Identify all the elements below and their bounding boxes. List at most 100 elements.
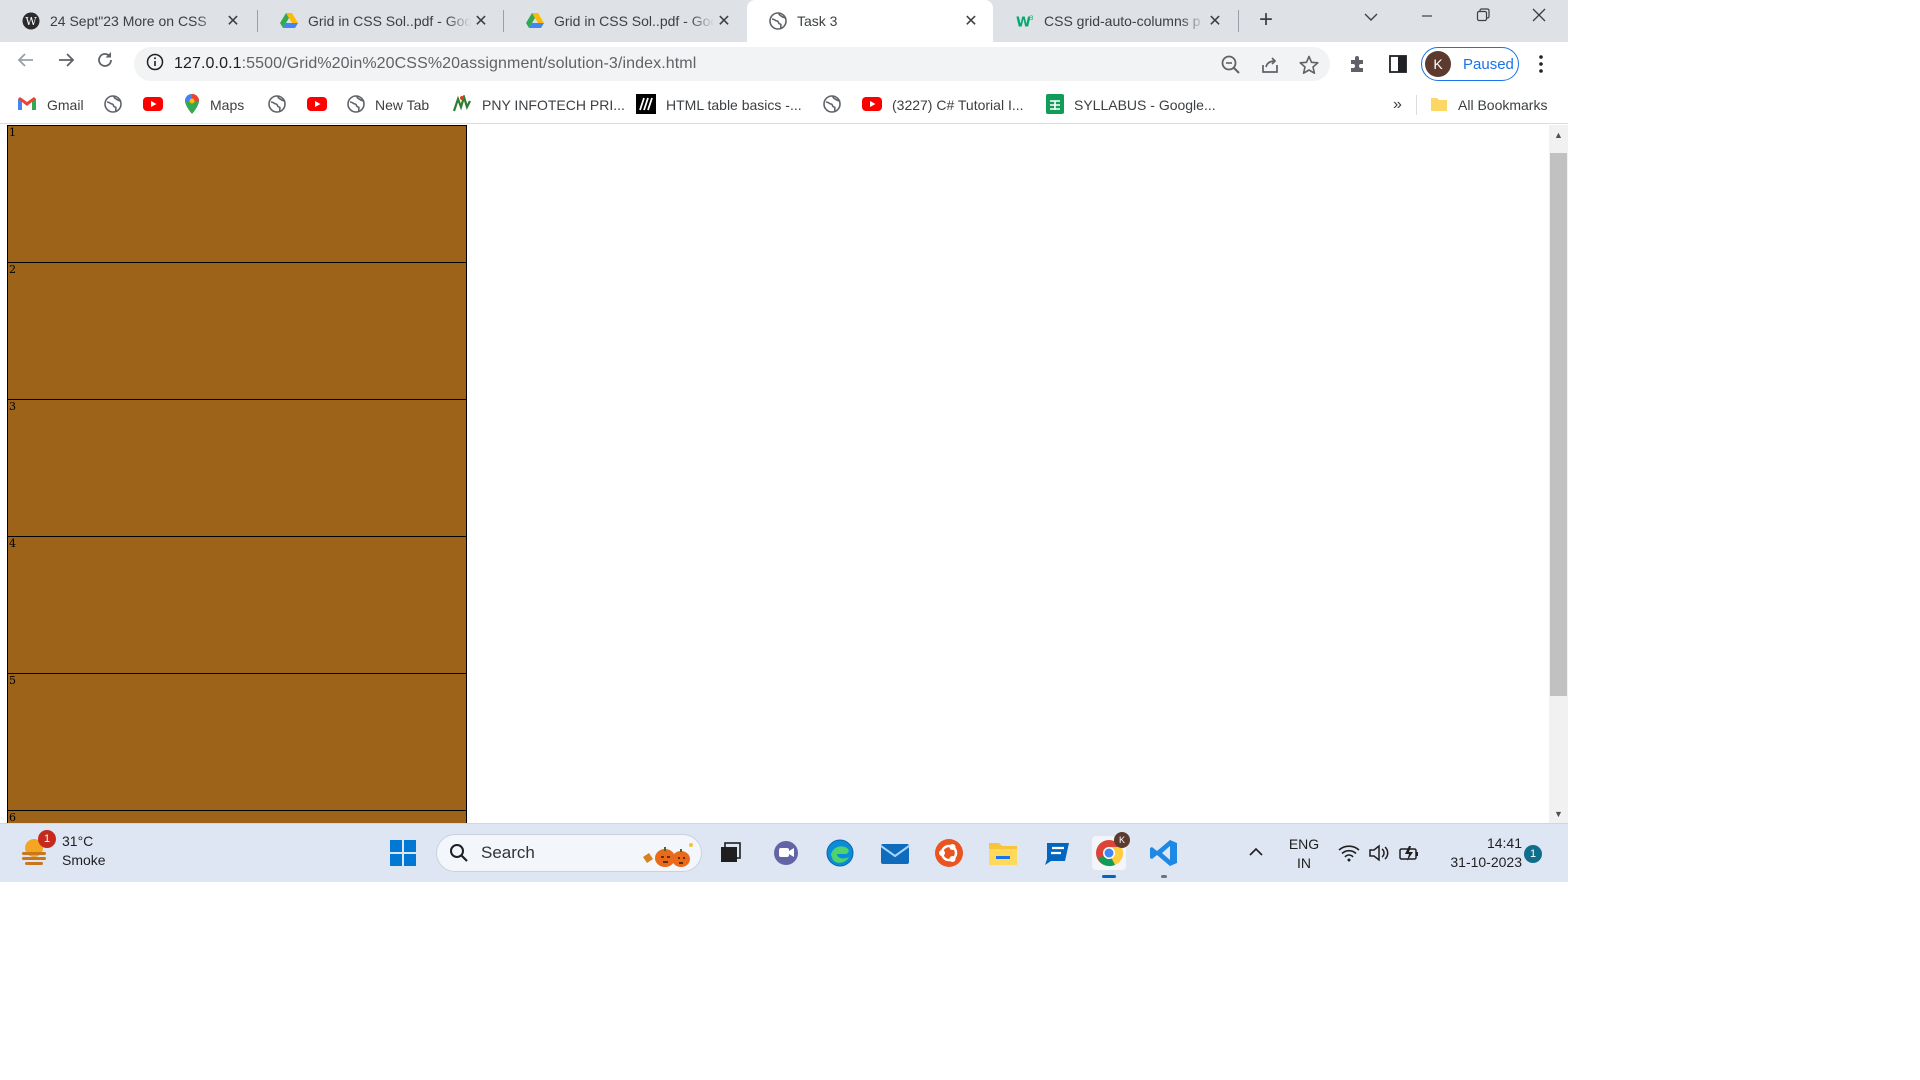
- svg-text:3: 3: [1030, 15, 1034, 22]
- menu-kebab-icon[interactable]: [1530, 53, 1552, 75]
- tab-5[interactable]: W3 CSS grid-auto-columns p ✕: [994, 0, 1237, 42]
- search-icon: [450, 844, 468, 862]
- bookmark-globe-2[interactable]: [268, 94, 286, 116]
- active-indicator: [1102, 875, 1116, 878]
- reload-button[interactable]: [91, 50, 119, 78]
- bookmark-youtube-1[interactable]: [143, 94, 163, 116]
- maps-icon: [184, 93, 200, 117]
- close-window-icon[interactable]: [1519, 0, 1559, 36]
- windows-logo-icon: [390, 840, 416, 866]
- youtube-icon: [307, 96, 327, 114]
- tab-1[interactable]: W 24 Sept"23 More on CSS ✕: [0, 0, 255, 42]
- minimize-icon[interactable]: [1407, 0, 1447, 36]
- bookmarks-overflow[interactable]: »: [1393, 94, 1402, 116]
- share-icon[interactable]: [1259, 54, 1281, 76]
- scrollbar-thumb[interactable]: [1550, 153, 1567, 696]
- notification-badge[interactable]: 1: [1524, 845, 1542, 863]
- mdn-icon: [636, 93, 656, 117]
- tab-3[interactable]: Grid in CSS Sol..pdf - Goo ✕: [504, 0, 746, 42]
- gmail-icon: [17, 96, 37, 114]
- quick-assist-icon: [1045, 843, 1069, 865]
- grid-item: 1: [7, 125, 467, 263]
- tab-title: Task 3: [797, 13, 838, 29]
- tab-title: Grid in CSS Sol..pdf - Goo: [554, 13, 714, 29]
- bookmark-mdn[interactable]: HTML table basics -...: [636, 93, 802, 117]
- tab-search-icon[interactable]: [1351, 0, 1391, 36]
- teams-chat-icon: [774, 841, 798, 865]
- site-info-icon[interactable]: [146, 53, 164, 76]
- tab-2[interactable]: Grid in CSS Sol..pdf - Goo ✕: [258, 0, 503, 42]
- bookmark-pny[interactable]: PNY INFOTECH PRI...: [452, 92, 625, 116]
- taskbar-search[interactable]: Search: [436, 834, 702, 872]
- weather-smoke-icon: 1: [20, 830, 56, 866]
- language-indicator[interactable]: ENG IN: [1284, 835, 1324, 873]
- arrow-left-icon: [17, 53, 33, 67]
- wifi-icon[interactable]: [1338, 844, 1360, 867]
- bookmark-maps[interactable]: Maps: [184, 93, 244, 117]
- google-drive-icon: [526, 12, 544, 30]
- bookmark-globe-1[interactable]: [104, 94, 122, 116]
- w3schools-icon: W3: [1016, 12, 1034, 30]
- scroll-down-arrow-icon[interactable]: ▼: [1549, 806, 1568, 823]
- zoom-icon[interactable]: [1220, 54, 1242, 76]
- extensions-icon[interactable]: [1347, 53, 1369, 75]
- side-panel-icon[interactable]: [1387, 53, 1409, 75]
- mail-button[interactable]: [878, 836, 912, 870]
- star-icon[interactable]: [1298, 54, 1320, 76]
- grid-item: 4: [7, 536, 467, 674]
- teams-chat-button[interactable]: [769, 836, 803, 870]
- bookmark-new-tab[interactable]: New Tab: [347, 94, 429, 116]
- grid-container: 123456: [7, 125, 467, 823]
- all-bookmarks[interactable]: All Bookmarks: [1430, 94, 1547, 116]
- tab-divider: [1238, 10, 1239, 32]
- weather-widget[interactable]: 1 31°C Smoke: [20, 830, 106, 870]
- back-button[interactable]: [12, 50, 40, 78]
- youtube-icon: [143, 96, 163, 114]
- avatar: K: [1425, 51, 1451, 77]
- bookmark-csharp-tutorial[interactable]: (3227) C# Tutorial I...: [862, 94, 1024, 116]
- clock[interactable]: 14:41 31-10-2023: [1432, 834, 1522, 872]
- close-icon[interactable]: ✕: [961, 11, 981, 31]
- weather-desc: Smoke: [62, 852, 106, 868]
- svg-text:W: W: [25, 15, 37, 28]
- windows-start-button[interactable]: [386, 836, 420, 870]
- bookmark-gmail[interactable]: Gmail: [17, 94, 84, 116]
- scroll-up-arrow-icon[interactable]: ▲: [1549, 127, 1568, 144]
- grid-item: 3: [7, 399, 467, 537]
- vscode-icon: [1150, 840, 1177, 866]
- url-text[interactable]: 127.0.0.1:5500/Grid%20in%20CSS%20assignm…: [174, 55, 696, 73]
- url-path: :5500/Grid%20in%20CSS%20assignment/solut…: [241, 55, 697, 72]
- edge-browser-button[interactable]: [823, 836, 857, 870]
- bookmark-globe-3[interactable]: [823, 94, 841, 116]
- close-icon[interactable]: ✕: [223, 11, 243, 31]
- new-tab-button[interactable]: +: [1252, 6, 1280, 34]
- close-icon[interactable]: ✕: [714, 11, 734, 31]
- tab-active[interactable]: Task 3 ✕: [747, 0, 993, 42]
- bookmark-youtube-2[interactable]: [307, 94, 327, 116]
- tray-overflow-chevron-icon[interactable]: [1248, 844, 1264, 862]
- chrome-button[interactable]: K: [1092, 832, 1130, 878]
- forward-button[interactable]: [52, 50, 80, 78]
- ubuntu-button[interactable]: [932, 836, 966, 870]
- file-explorer-button[interactable]: [986, 836, 1020, 870]
- halloween-pumpkin-icon: [639, 839, 697, 874]
- globe-icon: [769, 12, 787, 30]
- close-icon[interactable]: ✕: [471, 11, 491, 31]
- page-scrollbar[interactable]: ▲ ▼: [1549, 125, 1568, 823]
- quick-assist-button[interactable]: [1040, 836, 1074, 870]
- vscode-button[interactable]: [1147, 836, 1181, 878]
- arrow-right-icon: [59, 53, 75, 67]
- bookmark-syllabus[interactable]: SYLLABUS - Google...: [1046, 93, 1216, 116]
- restore-icon[interactable]: [1463, 0, 1503, 36]
- bookmarks-bar: Gmail Maps New Tab PNY INFOTECH PRI... H…: [0, 86, 1568, 124]
- running-indicator: [1161, 875, 1167, 878]
- address-bar[interactable]: 127.0.0.1:5500/Grid%20in%20CSS%20assignm…: [134, 47, 1330, 81]
- battery-charging-icon[interactable]: [1398, 844, 1420, 867]
- weather-badge: 1: [38, 830, 56, 848]
- close-icon[interactable]: ✕: [1205, 11, 1225, 31]
- profile-button[interactable]: K Paused: [1421, 47, 1519, 81]
- task-view-button[interactable]: [713, 836, 747, 870]
- youtube-icon: [862, 96, 882, 114]
- ubuntu-icon: [935, 839, 963, 867]
- volume-icon[interactable]: [1368, 844, 1390, 867]
